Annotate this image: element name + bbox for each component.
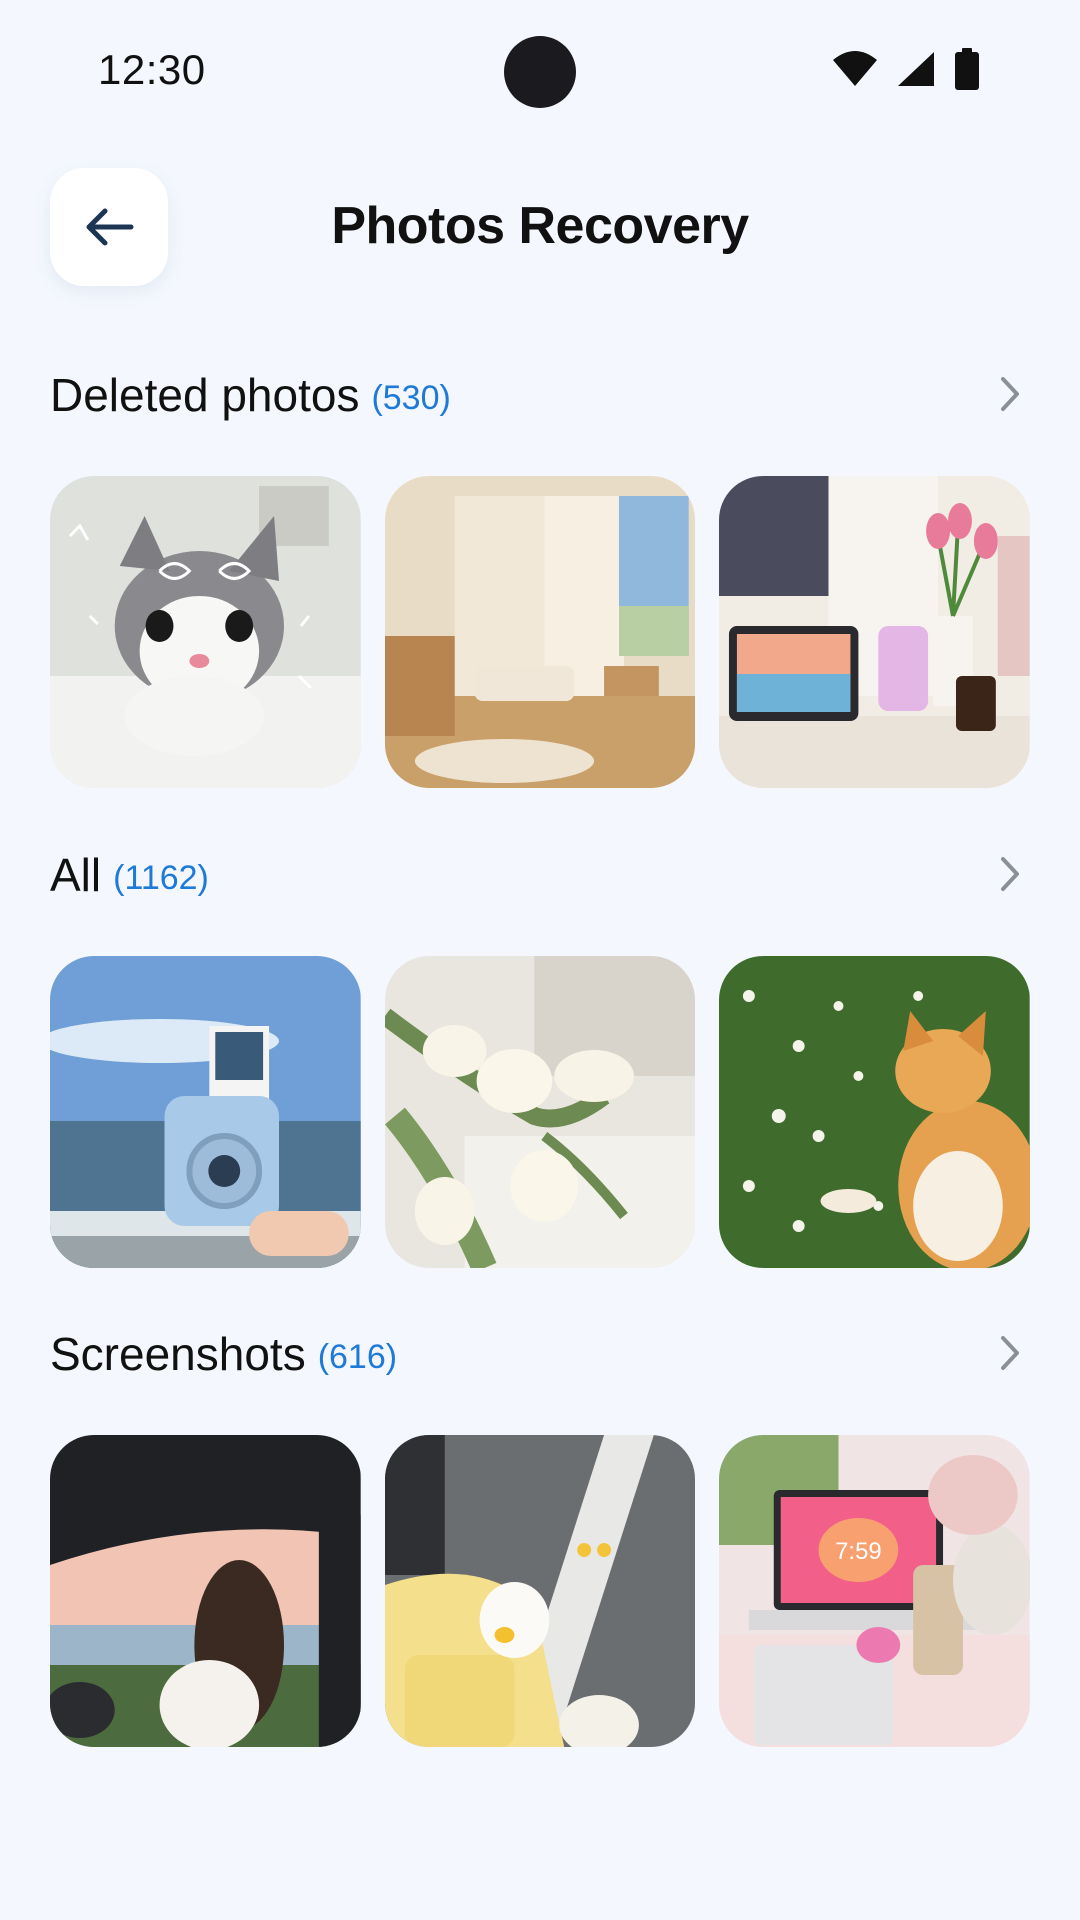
cat-with-doodles-photo[interactable]	[50, 476, 361, 788]
status-time: 12:30	[98, 46, 206, 93]
white-tulips-photo[interactable]	[384, 956, 696, 1268]
cellular-signal-icon	[898, 52, 934, 86]
status-bar: 12:30	[0, 0, 1080, 140]
wifi-icon	[833, 51, 877, 86]
camera-cutout	[504, 36, 576, 108]
section-title: Screenshots	[50, 1328, 306, 1380]
instant-camera-beach-photo[interactable]	[50, 956, 361, 1268]
status-icons	[832, 48, 980, 90]
page-title: Photos Recovery	[331, 197, 749, 255]
battery-icon	[955, 48, 979, 90]
cozy-room-photo[interactable]	[384, 476, 696, 788]
section-header-screenshots[interactable]: Screenshots (616)	[50, 1319, 1030, 1389]
laptop-bed-photo[interactable]: 7:59	[719, 1435, 1031, 1747]
section-header-deleted-photos[interactable]: Deleted photos (530)	[50, 360, 1030, 430]
desk-tablet-tulips-photo[interactable]	[719, 476, 1031, 788]
girl-in-car-window-photo[interactable]	[50, 1435, 361, 1747]
yellow-bag-toy-photo[interactable]	[384, 1435, 696, 1747]
section-title: Deleted photos	[50, 369, 360, 421]
section-count: (530)	[371, 378, 451, 417]
chevron-right-icon[interactable]	[998, 374, 1022, 414]
chevron-right-icon[interactable]	[998, 1333, 1022, 1373]
chevron-right-icon[interactable]	[998, 854, 1022, 894]
section-deleted-photos: Deleted photos (530)	[50, 360, 1031, 788]
section-screenshots: Screenshots (616) 7:59	[50, 1319, 1031, 1747]
section-title: All	[50, 849, 102, 901]
section-count: (1162)	[113, 858, 209, 897]
section-header-all[interactable]: All (1162)	[50, 840, 1030, 910]
cat-in-flowers-photo[interactable]	[719, 956, 1031, 1268]
laptop-clock-text: 7:59	[836, 1538, 882, 1565]
section-all: All (1162)	[50, 840, 1031, 1268]
section-count: (616)	[317, 1337, 398, 1376]
